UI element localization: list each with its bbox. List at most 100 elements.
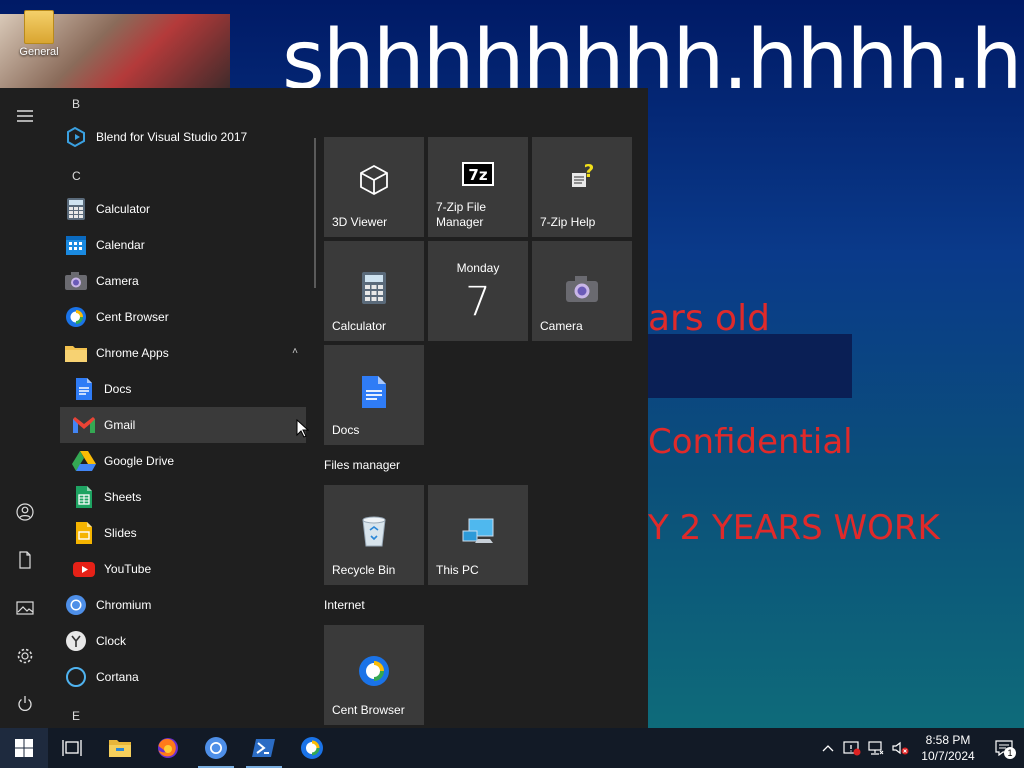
app-label: Docs xyxy=(104,382,132,396)
app-label: Cent Browser xyxy=(96,310,169,324)
tile-cent-browser[interactable]: Cent Browser xyxy=(324,625,424,725)
app-sheets[interactable]: Sheets xyxy=(60,479,306,515)
app-camera[interactable]: Camera xyxy=(60,263,306,299)
app-google-drive[interactable]: Google Drive xyxy=(60,443,306,479)
wallpaper-red-line-2: Confidential xyxy=(648,422,853,462)
volume-tray-button[interactable] xyxy=(888,728,912,768)
app-youtube[interactable]: YouTube xyxy=(60,551,306,587)
tile-label: Recycle Bin xyxy=(332,563,396,578)
gear-icon xyxy=(17,648,33,664)
calculator-icon xyxy=(64,197,88,221)
clock-icon xyxy=(64,629,88,653)
network-tray-button[interactable] xyxy=(864,728,888,768)
app-slides[interactable]: Slides xyxy=(60,515,306,551)
tile-label: Cent Browser xyxy=(332,703,405,718)
sheets-icon xyxy=(72,485,96,509)
settings-button[interactable] xyxy=(0,636,50,676)
gmail-icon xyxy=(72,413,96,437)
docs-icon xyxy=(72,377,96,401)
security-tray-button[interactable] xyxy=(840,728,864,768)
document-icon xyxy=(19,551,31,569)
docs-icon xyxy=(362,376,386,408)
chromium-icon xyxy=(64,593,88,617)
recycle-bin-icon xyxy=(362,516,386,547)
tile-calculator[interactable]: Calculator xyxy=(324,241,424,341)
documents-button[interactable] xyxy=(0,540,50,580)
app-label: Calendar xyxy=(96,238,145,252)
app-calculator[interactable]: Calculator xyxy=(60,191,306,227)
app-label: Gmail xyxy=(104,418,136,432)
cent-browser-taskbar-button[interactable] xyxy=(288,728,336,768)
tile-7zip-file-manager[interactable]: 7z 7-Zip File Manager xyxy=(428,137,528,237)
tile-7zip-help[interactable]: ? 7-Zip Help xyxy=(532,137,632,237)
app-label: Google Drive xyxy=(104,454,175,468)
app-blend[interactable]: Blend for Visual Studio 2017 xyxy=(60,119,306,155)
group-header-b[interactable]: B xyxy=(72,97,80,111)
tile-label: Docs xyxy=(332,423,360,438)
clock-date: 10/7/2024 xyxy=(921,749,975,763)
calendar-icon xyxy=(64,233,88,257)
task-view-icon xyxy=(62,740,82,756)
app-folder-chrome-apps[interactable]: Chrome Apps ˄ xyxy=(60,335,306,371)
app-list-scrollbar[interactable] xyxy=(314,138,316,288)
start-menu: B Blend for Visual Studio 2017 C Calcula… xyxy=(0,88,648,728)
app-label: Cortana xyxy=(96,670,139,684)
app-label: YouTube xyxy=(104,562,152,576)
app-cent-browser[interactable]: Cent Browser xyxy=(60,299,306,335)
calendar-weekday: Monday xyxy=(456,261,500,275)
tile-camera[interactable]: Camera xyxy=(532,241,632,341)
group-header-e[interactable]: E xyxy=(72,709,80,723)
taskbar-clock[interactable]: 8:58 PM 10/7/2024 xyxy=(912,732,984,764)
action-center-button[interactable]: 1 xyxy=(984,728,1024,768)
app-label: Blend for Visual Studio 2017 xyxy=(96,130,248,144)
app-chromium[interactable]: Chromium xyxy=(60,587,306,623)
app-cortana[interactable]: Cortana xyxy=(60,659,306,695)
tiles-area: 3D Viewer 7z 7-Zip File Manager ? 7-Zip … xyxy=(324,88,644,728)
app-clock[interactable]: Clock xyxy=(60,623,306,659)
taskbar: 8:58 PM 10/7/2024 1 xyxy=(0,728,1024,768)
user-account-button[interactable] xyxy=(0,492,50,532)
show-hidden-icons-button[interactable] xyxy=(816,728,840,768)
desktop-icon-general[interactable]: General xyxy=(14,10,64,58)
app-gmail[interactable]: Gmail xyxy=(60,407,306,443)
pictures-button[interactable] xyxy=(0,588,50,628)
tile-label: 3D Viewer xyxy=(332,215,388,230)
tile-calendar[interactable]: Monday 7 xyxy=(428,241,528,341)
tile-group-internet[interactable]: Internet xyxy=(324,598,365,612)
file-explorer-button[interactable] xyxy=(96,728,144,768)
user-icon xyxy=(16,503,34,521)
computer-icon xyxy=(462,518,494,543)
picture-icon xyxy=(16,601,34,615)
svg-text:7z: 7z xyxy=(468,166,487,184)
youtube-icon xyxy=(72,557,96,581)
tile-3d-viewer[interactable]: 3D Viewer xyxy=(324,137,424,237)
powershell-button[interactable] xyxy=(240,728,288,768)
app-docs[interactable]: Docs xyxy=(60,371,306,407)
task-view-button[interactable] xyxy=(48,728,96,768)
app-list: B Blend for Visual Studio 2017 C Calcula… xyxy=(50,88,312,728)
cent-browser-icon xyxy=(359,656,389,686)
app-label: Chrome Apps xyxy=(96,346,169,360)
help-icon: ? xyxy=(572,161,594,187)
tile-recycle-bin[interactable]: Recycle Bin xyxy=(324,485,424,585)
system-tray: 8:58 PM 10/7/2024 1 xyxy=(816,728,1024,768)
tile-docs[interactable]: Docs xyxy=(324,345,424,445)
wallpaper-red-line-3: Y 2 YEARS WORK xyxy=(648,508,940,548)
powershell-icon xyxy=(252,739,275,757)
app-calendar[interactable]: Calendar xyxy=(60,227,306,263)
app-label: Sheets xyxy=(104,490,142,504)
tile-group-files-manager[interactable]: Files manager xyxy=(324,458,400,472)
calculator-icon xyxy=(362,272,386,304)
group-header-c[interactable]: C xyxy=(72,169,81,183)
wallpaper-red-line-1: ars old xyxy=(648,298,770,339)
power-button[interactable] xyxy=(0,684,50,724)
start-button[interactable] xyxy=(0,728,48,768)
app-label: Calculator xyxy=(96,202,151,216)
expand-button[interactable] xyxy=(0,96,50,136)
app-label: Clock xyxy=(96,634,127,648)
chevron-up-icon[interactable]: ˄ xyxy=(292,346,298,357)
firefox-button[interactable] xyxy=(144,728,192,768)
tile-this-pc[interactable]: This PC xyxy=(428,485,528,585)
tile-label: Calculator xyxy=(332,319,387,334)
chromium-taskbar-button[interactable] xyxy=(192,728,240,768)
